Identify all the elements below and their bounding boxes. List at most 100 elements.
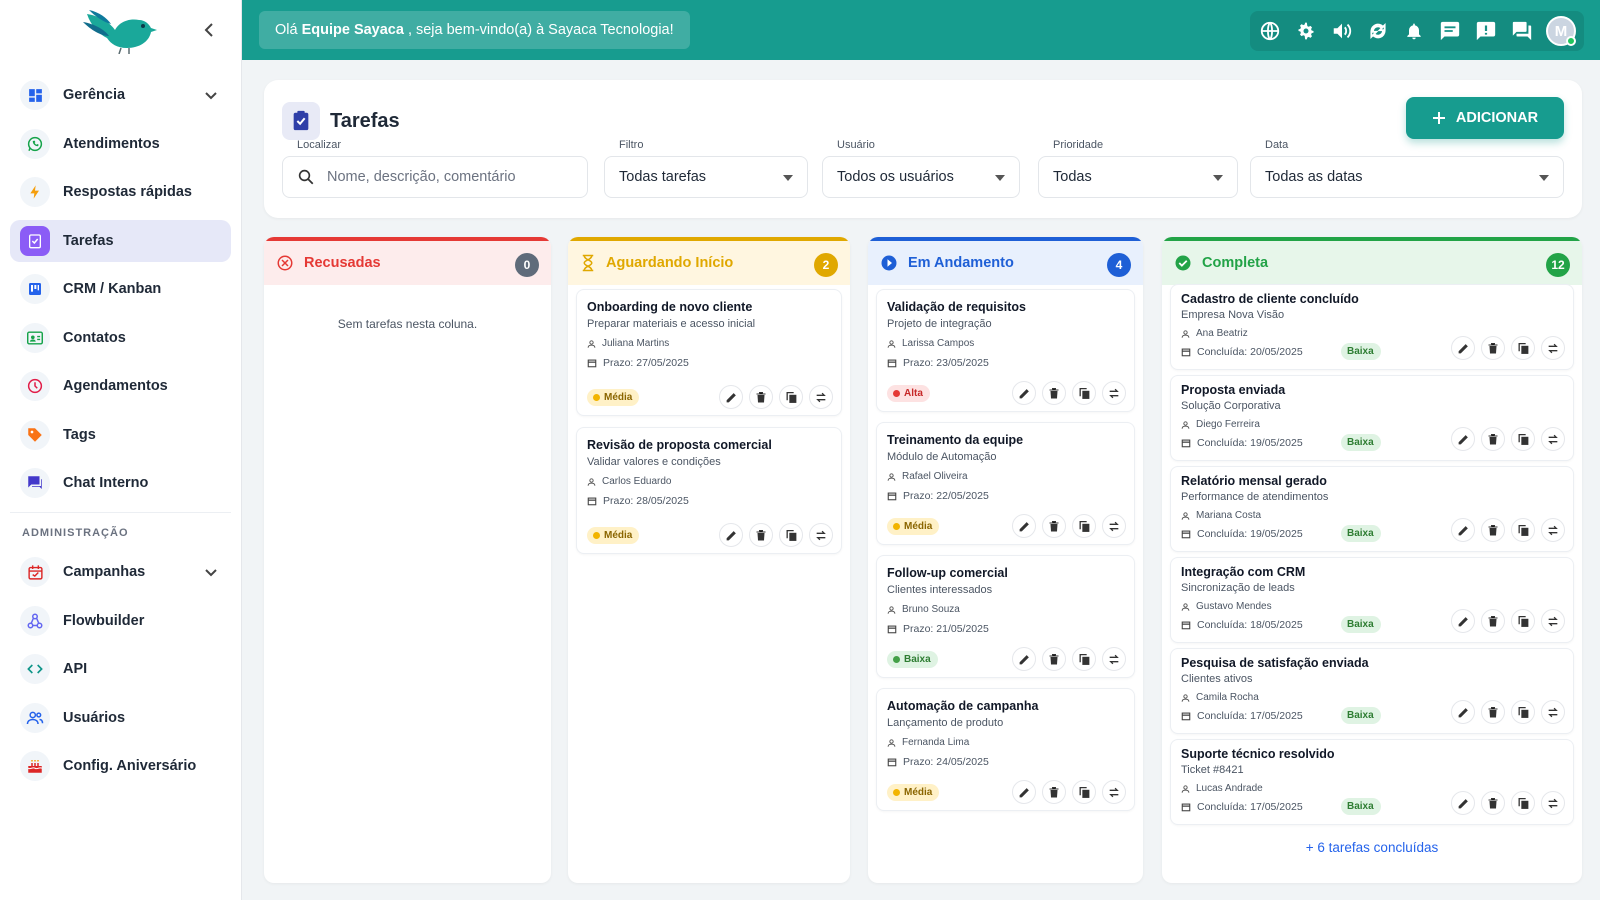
delete-button[interactable] [749, 523, 773, 547]
sidebar-item-atendimentos[interactable]: Atendimentos [10, 123, 231, 165]
task-card[interactable]: Validação de requisitos Projeto de integ… [876, 289, 1135, 412]
sidebar-item-respostas-rapidas[interactable]: Respostas rápidas [10, 171, 231, 213]
sidebar-item-usuarios[interactable]: Usuários [10, 697, 231, 739]
volume-icon[interactable] [1330, 19, 1354, 43]
task-card[interactable]: Relatório mensal gerado Performance de a… [1170, 466, 1574, 552]
delete-button[interactable] [1481, 609, 1505, 633]
edit-button[interactable] [1012, 780, 1036, 804]
sidebar-item-tags[interactable]: Tags [10, 414, 231, 456]
task-card[interactable]: Cadastro de cliente concluído Empresa No… [1170, 284, 1574, 370]
sidebar-item-api[interactable]: API [10, 648, 231, 690]
settings-icon[interactable] [1294, 19, 1318, 43]
move-button[interactable] [1541, 791, 1565, 815]
calendar-small-icon [1181, 439, 1191, 448]
sidebar-item-label: Config. Aniversário [63, 758, 197, 774]
task-card[interactable]: Pesquisa de satisfação enviada Clientes … [1170, 648, 1574, 734]
copy-button[interactable] [1511, 609, 1535, 633]
edit-button[interactable] [1012, 647, 1036, 671]
edit-button[interactable] [1012, 381, 1036, 405]
task-card[interactable]: Revisão de proposta comercial Validar va… [576, 427, 842, 554]
move-button[interactable] [809, 385, 833, 409]
move-button[interactable] [1541, 336, 1565, 360]
add-task-button[interactable]: ADICIONAR [1406, 97, 1564, 139]
edit-button[interactable] [1451, 427, 1475, 451]
user-avatar[interactable]: M [1546, 16, 1576, 46]
task-card[interactable]: Suporte técnico resolvido Ticket #8421 L… [1170, 739, 1574, 825]
move-button[interactable] [1102, 381, 1126, 405]
edit-button[interactable] [1451, 700, 1475, 724]
edit-button[interactable] [1012, 514, 1036, 538]
edit-button[interactable] [1451, 336, 1475, 360]
copy-button[interactable] [1511, 336, 1535, 360]
move-button[interactable] [1541, 427, 1565, 451]
sidebar-item-flowbuilder[interactable]: Flowbuilder [10, 600, 231, 642]
alert-icon[interactable] [1474, 19, 1498, 43]
delete-button[interactable] [1042, 514, 1066, 538]
task-card[interactable]: Follow-up comercial Clientes interessado… [876, 555, 1135, 678]
copy-button[interactable] [1072, 780, 1096, 804]
priority-dot [893, 523, 900, 530]
move-button[interactable] [1541, 518, 1565, 542]
copy-button[interactable] [1511, 791, 1535, 815]
sidebar-item-crm-kanban[interactable]: CRM / Kanban [10, 268, 231, 310]
forum-icon[interactable] [1510, 19, 1534, 43]
task-card[interactable]: Treinamento da equipe Módulo de Automaçã… [876, 422, 1135, 545]
more-completed-link[interactable]: + 6 tarefas concluídas [1162, 840, 1582, 855]
edit-button[interactable] [1451, 609, 1475, 633]
edit-button[interactable] [719, 523, 743, 547]
task-card[interactable]: Onboarding de novo cliente Preparar mate… [576, 289, 842, 416]
delete-button[interactable] [1481, 427, 1505, 451]
move-button[interactable] [1102, 514, 1126, 538]
sidebar-item-campanhas[interactable]: Campanhas [10, 551, 231, 593]
move-button[interactable] [1102, 780, 1126, 804]
copy-button[interactable] [1511, 518, 1535, 542]
message-icon[interactable] [1438, 19, 1462, 43]
filter-select[interactable]: Filtro Todas tarefas [604, 139, 808, 198]
task-card[interactable]: Automação de campanha Lançamento de prod… [876, 688, 1135, 811]
copy-button[interactable] [1511, 427, 1535, 451]
task-card[interactable]: Proposta enviada Solução Corporativa Die… [1170, 375, 1574, 461]
copy-button[interactable] [779, 385, 803, 409]
copy-button[interactable] [1072, 647, 1096, 671]
delete-button[interactable] [749, 385, 773, 409]
search-field[interactable]: Localizar [282, 139, 588, 198]
delete-button[interactable] [1042, 381, 1066, 405]
delete-button[interactable] [1481, 336, 1505, 360]
edit-button[interactable] [1451, 791, 1475, 815]
edit-icon [725, 529, 738, 542]
delete-button[interactable] [1042, 780, 1066, 804]
delete-button[interactable] [1481, 518, 1505, 542]
delete-button[interactable] [1481, 700, 1505, 724]
sidebar-item-label: Respostas rápidas [63, 184, 192, 200]
delete-button[interactable] [1481, 791, 1505, 815]
user-select[interactable]: Usuário Todos os usuários [822, 139, 1020, 198]
globe-icon[interactable] [1258, 19, 1282, 43]
copy-button[interactable] [1072, 514, 1096, 538]
search-input[interactable] [327, 169, 573, 185]
sidebar-item-contatos[interactable]: Contatos [10, 317, 231, 359]
move-button[interactable] [1541, 700, 1565, 724]
collapse-sidebar-button[interactable] [199, 20, 219, 40]
move-button[interactable] [1102, 647, 1126, 671]
chevron-down-icon[interactable] [205, 87, 217, 105]
edit-button[interactable] [719, 385, 743, 409]
bell-icon[interactable] [1402, 19, 1426, 43]
refresh-icon[interactable] [1366, 19, 1390, 43]
task-assignee: Ana Beatriz [1181, 328, 1248, 339]
delete-button[interactable] [1042, 647, 1066, 671]
sidebar-item-tarefas[interactable]: Tarefas [10, 219, 231, 262]
edit-button[interactable] [1451, 518, 1475, 542]
sidebar-item-agendamentos[interactable]: Agendamentos [10, 365, 231, 407]
date-select[interactable]: Data Todas as datas [1250, 139, 1564, 198]
move-button[interactable] [809, 523, 833, 547]
chevron-down-icon[interactable] [205, 564, 217, 582]
copy-button[interactable] [779, 523, 803, 547]
copy-button[interactable] [1072, 381, 1096, 405]
move-button[interactable] [1541, 609, 1565, 633]
task-card[interactable]: Integração com CRM Sincronização de lead… [1170, 557, 1574, 643]
copy-button[interactable] [1511, 700, 1535, 724]
sidebar-item-chat-interno[interactable]: Chat Interno [10, 462, 231, 504]
sidebar-item-gerencia[interactable]: Gerência [10, 74, 231, 116]
sidebar-item-config-aniversario[interactable]: Config. Aniversário [10, 745, 231, 787]
priority-select[interactable]: Prioridade Todas [1038, 139, 1238, 198]
